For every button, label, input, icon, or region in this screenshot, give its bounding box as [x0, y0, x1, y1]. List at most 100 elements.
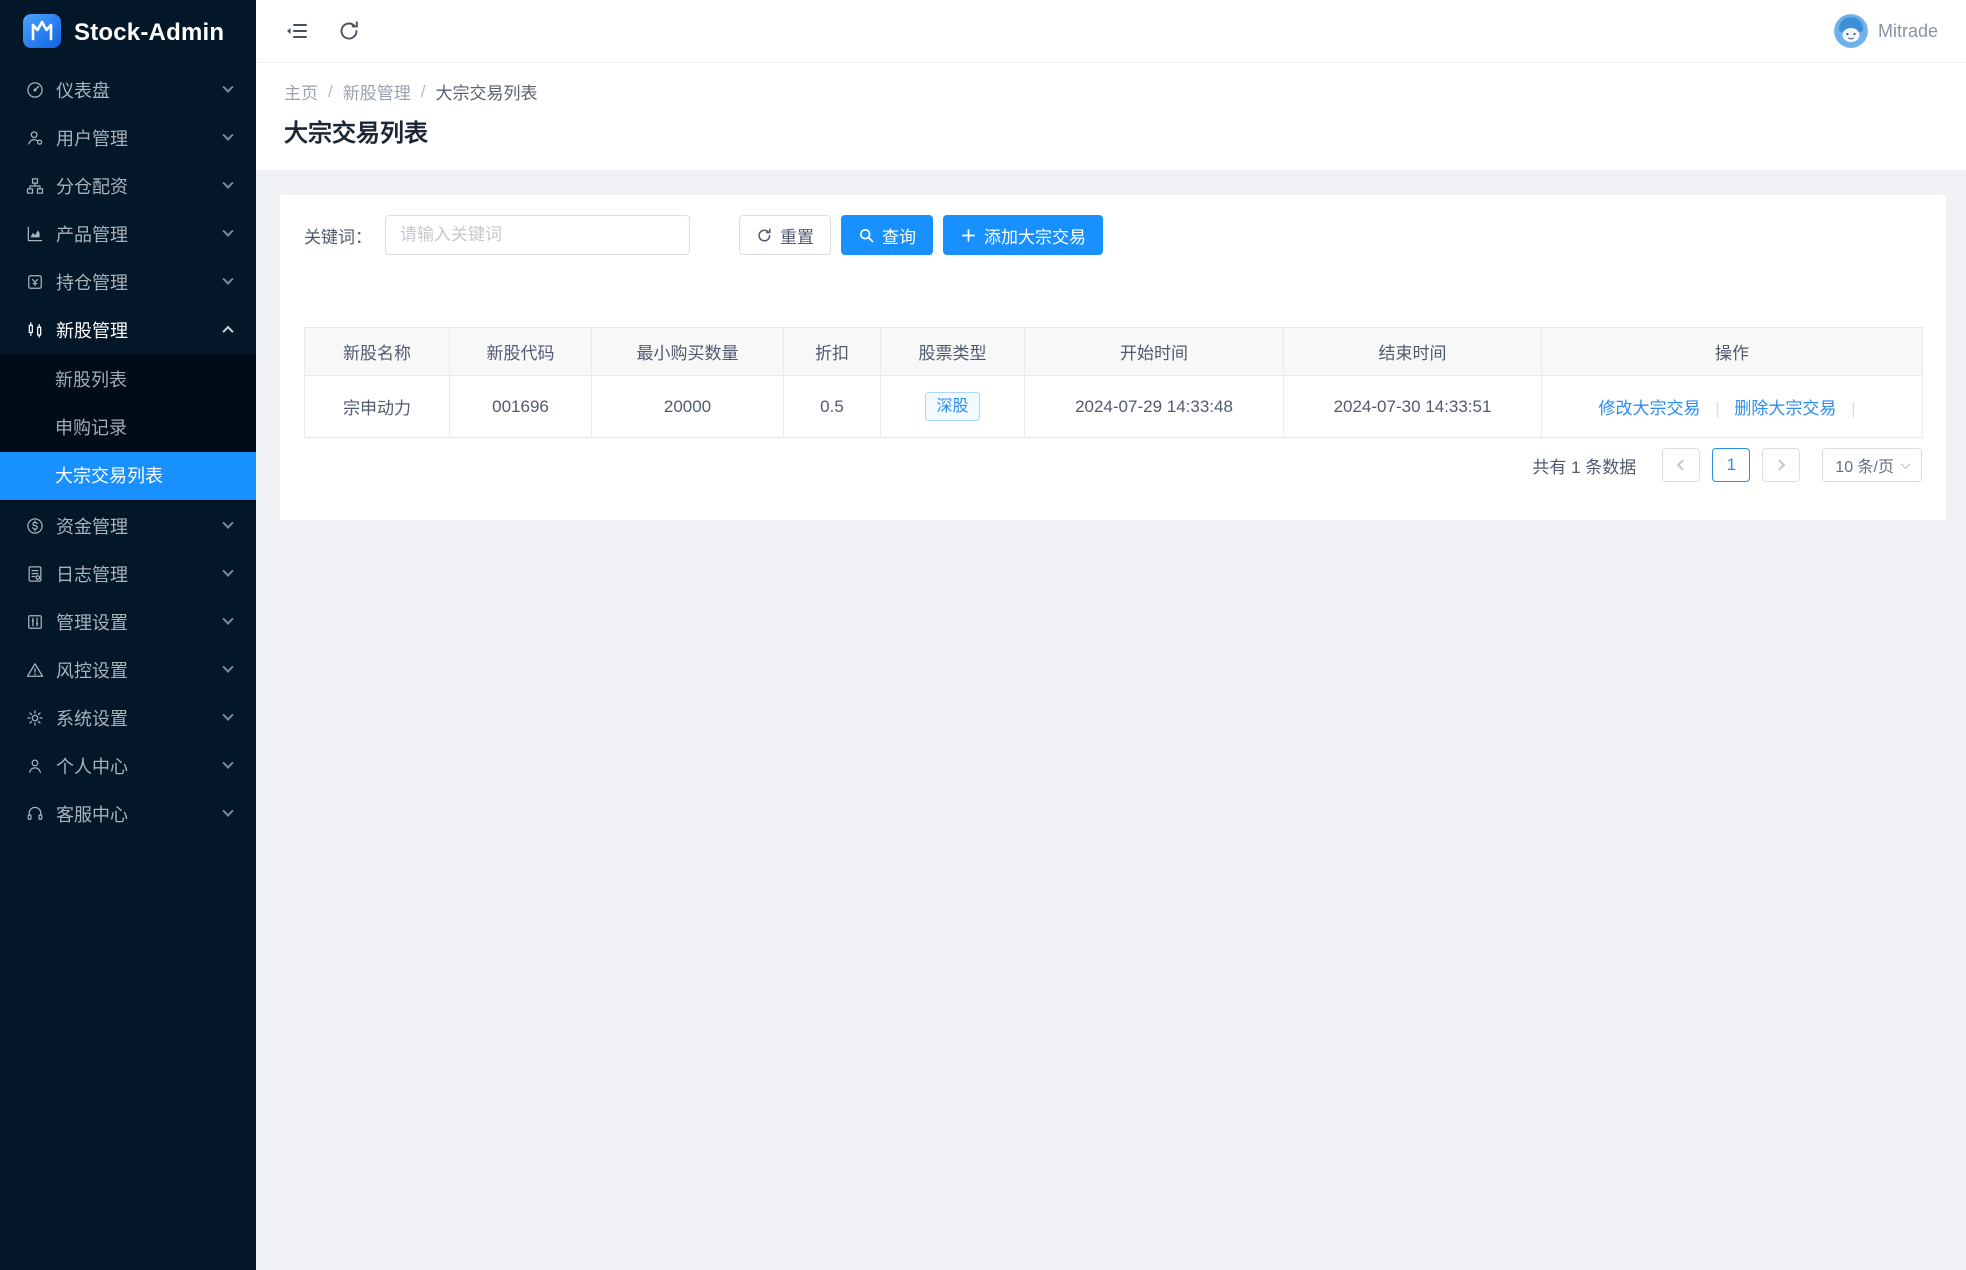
delete-block-trade-link[interactable]: 删除大宗交易 — [1734, 399, 1836, 418]
sidebar-item-dashboard[interactable]: 仪表盘 — [0, 66, 256, 114]
page-title: 大宗交易列表 — [284, 113, 1938, 148]
app-root: Stock-Admin 仪表盘 用户管理 分仓配资 — [0, 0, 1966, 1270]
cell-code: 001696 — [450, 376, 592, 438]
user-name: Mitrade — [1878, 21, 1938, 42]
col-header-name: 新股名称 — [305, 328, 450, 376]
page-number-button[interactable]: 1 — [1712, 448, 1750, 482]
dashboard-icon — [24, 79, 46, 101]
page-header: 主页 / 新股管理 / 大宗交易列表 大宗交易列表 — [256, 63, 1966, 170]
chevron-down-icon — [222, 710, 233, 721]
sidebar-item-support[interactable]: 客服中心 — [0, 790, 256, 838]
table-row: 宗申动力 001696 20000 0.5 深股 2024-07-29 14:3… — [305, 376, 1923, 438]
admin-sliders-icon — [24, 611, 46, 633]
action-separator: | — [1715, 399, 1719, 418]
pagination-total: 共有 1 条数据 — [1532, 453, 1636, 478]
sidebar-menu: 仪表盘 用户管理 分仓配资 产品管理 — [0, 66, 256, 838]
cell-end-time: 2024-07-30 14:33:51 — [1284, 376, 1542, 438]
money-circle-icon — [24, 515, 46, 537]
breadcrumb-new-stock[interactable]: 新股管理 — [343, 79, 411, 104]
keyword-label: 关键词： — [304, 223, 372, 248]
sidebar-item-products[interactable]: 产品管理 — [0, 210, 256, 258]
reset-button[interactable]: 重置 — [739, 215, 831, 255]
candlestick-icon — [24, 319, 46, 341]
chevron-down-icon — [222, 758, 233, 769]
sidebar-item-new-stock-list[interactable]: 新股列表 — [0, 356, 256, 404]
risk-warning-icon — [24, 659, 46, 681]
chevron-down-icon — [222, 226, 233, 237]
content-card: 关键词： 重置 查询 添加大宗交易 — [280, 195, 1946, 520]
reset-refresh-icon — [756, 227, 773, 244]
plus-icon — [960, 227, 977, 244]
breadcrumb-separator: / — [328, 82, 333, 102]
chevron-down-icon — [222, 566, 233, 577]
add-block-trade-button[interactable]: 添加大宗交易 — [943, 215, 1103, 255]
table-header-row: 新股名称 新股代码 最小购买数量 折扣 股票类型 开始时间 结束时间 操作 — [305, 328, 1923, 376]
stock-type-badge: 深股 — [925, 392, 979, 421]
sidebar-item-subscription-records[interactable]: 申购记录 — [0, 404, 256, 452]
chevron-down-icon — [222, 130, 233, 141]
sidebar-item-users[interactable]: 用户管理 — [0, 114, 256, 162]
breadcrumb: 主页 / 新股管理 / 大宗交易列表 — [284, 79, 1938, 104]
col-header-discount: 折扣 — [784, 328, 881, 376]
sidebar-item-system-settings[interactable]: 系统设置 — [0, 694, 256, 742]
breadcrumb-separator: / — [421, 82, 426, 102]
log-document-icon — [24, 563, 46, 585]
sidebar-item-positions[interactable]: 持仓管理 — [0, 258, 256, 306]
user-menu[interactable]: Mitrade — [1834, 14, 1938, 48]
headset-icon — [24, 803, 46, 825]
cell-stock-type: 深股 — [881, 376, 1025, 438]
search-icon — [858, 227, 875, 244]
sidebar-item-funds[interactable]: 资金管理 — [0, 502, 256, 550]
chevron-down-icon — [222, 614, 233, 625]
cell-name: 宗申动力 — [305, 376, 450, 438]
cell-actions: 修改大宗交易 | 删除大宗交易 | — [1542, 376, 1923, 438]
sidebar-item-risk-settings[interactable]: 风控设置 — [0, 646, 256, 694]
col-header-min-qty: 最小购买数量 — [592, 328, 784, 376]
sidebar-item-allocation[interactable]: 分仓配资 — [0, 162, 256, 210]
cell-min-qty: 20000 — [592, 376, 784, 438]
sidebar-item-block-trade-list[interactable]: 大宗交易列表 — [0, 452, 256, 500]
stock-logo-icon — [23, 14, 61, 53]
sidebar-submenu-new-stock: 新股列表 申购记录 大宗交易列表 — [0, 354, 256, 502]
gear-icon — [24, 707, 46, 729]
product-chart-icon — [24, 223, 46, 245]
chevron-down-icon — [222, 806, 233, 817]
sidebar-item-new-stock[interactable]: 新股管理 — [0, 306, 256, 354]
sidebar-item-logs[interactable]: 日志管理 — [0, 550, 256, 598]
avatar-cartoon-icon — [1834, 14, 1868, 48]
col-header-actions: 操作 — [1542, 328, 1923, 376]
menu-fold-icon[interactable] — [284, 18, 310, 44]
breadcrumb-home[interactable]: 主页 — [284, 79, 318, 104]
chevron-down-icon — [222, 82, 233, 93]
refresh-icon[interactable] — [336, 18, 362, 44]
next-page-button[interactable] — [1762, 448, 1800, 482]
prev-page-button[interactable] — [1662, 448, 1700, 482]
chevron-left-icon — [1677, 459, 1688, 470]
cell-start-time: 2024-07-29 14:33:48 — [1025, 376, 1284, 438]
user-management-icon — [24, 127, 46, 149]
chevron-right-icon — [1774, 459, 1785, 470]
chevron-up-icon — [222, 326, 233, 337]
profile-person-icon — [24, 755, 46, 777]
page-size-select[interactable]: 10 条/页 — [1822, 448, 1922, 482]
col-header-end-time: 结束时间 — [1284, 328, 1542, 376]
content-area: 关键词： 重置 查询 添加大宗交易 — [256, 170, 1966, 1270]
query-button[interactable]: 查询 — [841, 215, 933, 255]
app-logo[interactable]: Stock-Admin — [0, 0, 256, 66]
sidebar-item-profile[interactable]: 个人中心 — [0, 742, 256, 790]
col-header-code: 新股代码 — [450, 328, 592, 376]
keyword-input[interactable] — [385, 215, 690, 255]
topbar: Mitrade — [256, 0, 1966, 63]
chevron-down-icon — [222, 178, 233, 189]
chevron-down-icon — [222, 274, 233, 285]
position-box-icon — [24, 271, 46, 293]
chevron-down-icon — [222, 518, 233, 529]
edit-block-trade-link[interactable]: 修改大宗交易 — [1598, 399, 1700, 418]
breadcrumb-current: 大宗交易列表 — [435, 79, 537, 104]
cell-discount: 0.5 — [784, 376, 881, 438]
block-trade-table: 新股名称 新股代码 最小购买数量 折扣 股票类型 开始时间 结束时间 操作 宗申 — [304, 327, 1923, 438]
chevron-down-icon — [222, 662, 233, 673]
sidebar-item-admin-settings[interactable]: 管理设置 — [0, 598, 256, 646]
col-header-start-time: 开始时间 — [1025, 328, 1284, 376]
search-toolbar: 关键词： 重置 查询 添加大宗交易 — [304, 215, 1922, 255]
